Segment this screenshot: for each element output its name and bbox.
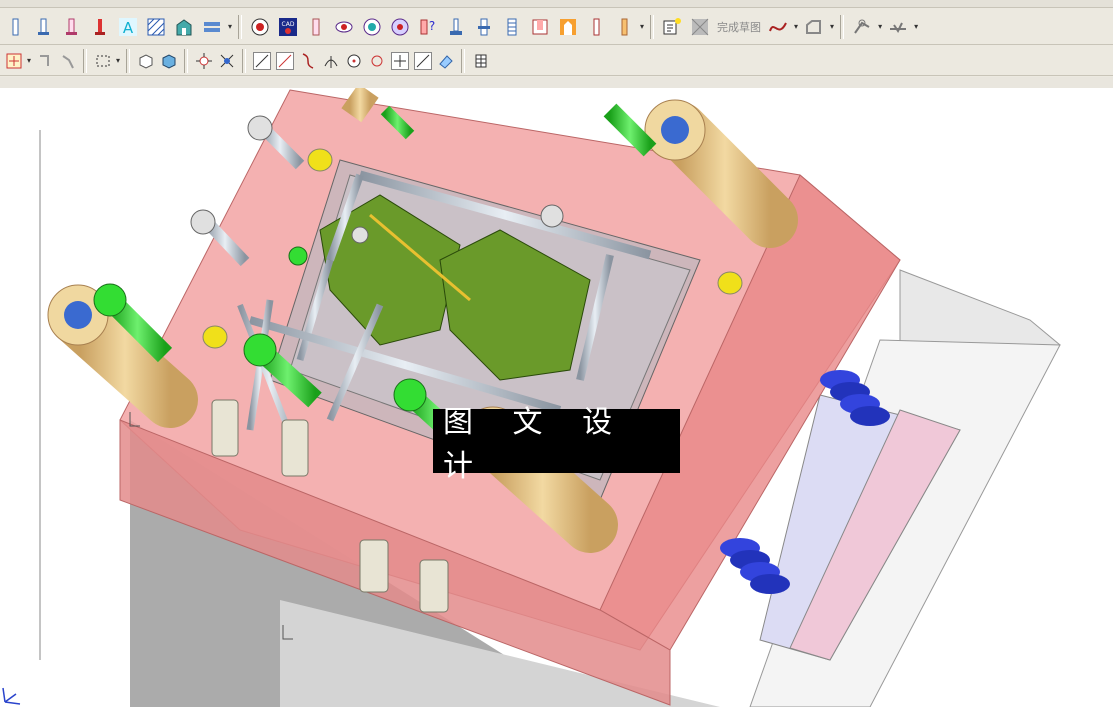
toolbar-separator [184,48,189,73]
cube-icon[interactable] [158,50,179,71]
dowel [202,325,228,349]
water-fitting [419,559,449,613]
water-fitting [281,419,309,477]
dropdown-arrow-icon[interactable]: ▾ [914,22,918,31]
cube-icon[interactable] [135,50,156,71]
pin-icon[interactable] [500,15,524,39]
dropdown-arrow-icon[interactable]: ▾ [830,22,834,31]
dropdown-arrow-icon[interactable]: ▾ [794,22,798,31]
cap-screw-head [540,204,564,228]
pin-icon[interactable] [584,15,608,39]
line-tool-icon[interactable] [251,50,272,71]
dropdown-arrow-icon[interactable]: ▾ [27,56,31,65]
hook-icon[interactable] [57,50,78,71]
guide-bushing-bore [64,301,92,329]
arc-icon[interactable] [320,50,341,71]
eye-icon[interactable] [332,15,356,39]
toolbar-row-tools: ▾ ▾ [0,46,1113,76]
grid-icon[interactable] [470,50,491,71]
finish-sketch-button[interactable]: 完成草图 [717,15,761,39]
cad-icon[interactable]: CAD [276,15,300,39]
toolbar-row-top-strip [0,0,1113,8]
sketch-icon[interactable] [660,15,684,39]
line-icon[interactable] [4,15,28,39]
hook-icon[interactable] [34,50,55,71]
toolbar-separator [242,48,247,73]
pin-icon[interactable] [60,15,84,39]
dropdown-arrow-icon[interactable]: ▾ [116,56,120,65]
curve-icon[interactable] [297,50,318,71]
svg-text:?: ? [429,19,435,33]
toolbar-separator [83,48,88,73]
water-fitting [211,399,239,457]
dropdown-arrow-icon[interactable]: ▾ [640,22,644,31]
target-icon[interactable] [248,15,272,39]
point-icon[interactable] [366,50,387,71]
dock-strip [0,77,1113,88]
pin-icon[interactable] [444,15,468,39]
dowel [717,271,743,295]
pin-icon[interactable] [472,15,496,39]
line-tool-icon[interactable] [274,50,295,71]
green-screw-head [93,283,127,317]
text-icon[interactable]: A [116,15,140,39]
dowel [307,148,333,172]
guide-bushing-bore [661,116,689,144]
node-icon[interactable] [193,50,214,71]
cross-icon[interactable] [389,50,410,71]
node-icon[interactable] [216,50,237,71]
toolbar-separator [238,14,243,39]
pin-icon[interactable] [32,15,56,39]
pin-icon[interactable] [88,15,112,39]
pin-icon[interactable] [304,15,328,39]
dimension-icon[interactable] [850,15,874,39]
cap-screw-head [351,226,369,244]
slash-icon[interactable] [412,50,433,71]
dropdown-arrow-icon[interactable]: ▾ [878,22,882,31]
toolbar-area: A ▾ CAD ? ▾ 完成草图 ▾ ▾ ▾ ▾ ▾ ▾ [0,0,1113,88]
toolbar-separator [840,14,845,39]
watermark-label: 图 文 设 计 [433,405,680,484]
cap-screw-head [190,209,216,235]
house-icon[interactable] [172,15,196,39]
gate-icon[interactable] [528,15,552,39]
shape-icon[interactable] [802,15,826,39]
3d-viewport[interactable]: 图 文 设 计 [0,88,1113,707]
spline-icon[interactable] [766,15,790,39]
arrow-icon[interactable] [435,50,456,71]
cap-screw-head [247,115,273,141]
axis-triad-icon [2,687,21,705]
water-fitting [359,539,389,593]
svg-text:CAD: CAD [282,21,295,28]
toolbar-separator [461,48,466,73]
finish-sketch-icon[interactable] [688,15,712,39]
toolbar-separator [650,14,655,39]
bar-icon[interactable] [612,15,636,39]
list-icon[interactable] [200,15,224,39]
box-select-icon[interactable] [92,50,113,71]
guide-bushing [341,88,379,123]
help-icon[interactable]: ? [416,15,440,39]
green-screw-head [393,378,427,412]
hatch-icon[interactable] [144,15,168,39]
green-screw-head [243,333,277,367]
snap-icon[interactable] [3,50,24,71]
disc-icon[interactable] [388,15,412,39]
fire-icon[interactable] [556,15,580,39]
green-screw-head [288,246,308,266]
eye-icon[interactable] [360,15,384,39]
dropdown-arrow-icon[interactable]: ▾ [228,22,232,31]
toolbar-row-sketch: A ▾ CAD ? ▾ 完成草图 ▾ ▾ ▾ ▾ [0,9,1113,45]
constraint-icon[interactable] [886,15,910,39]
circle-icon[interactable] [343,50,364,71]
svg-text:A: A [123,19,134,37]
toolbar-separator [126,48,131,73]
